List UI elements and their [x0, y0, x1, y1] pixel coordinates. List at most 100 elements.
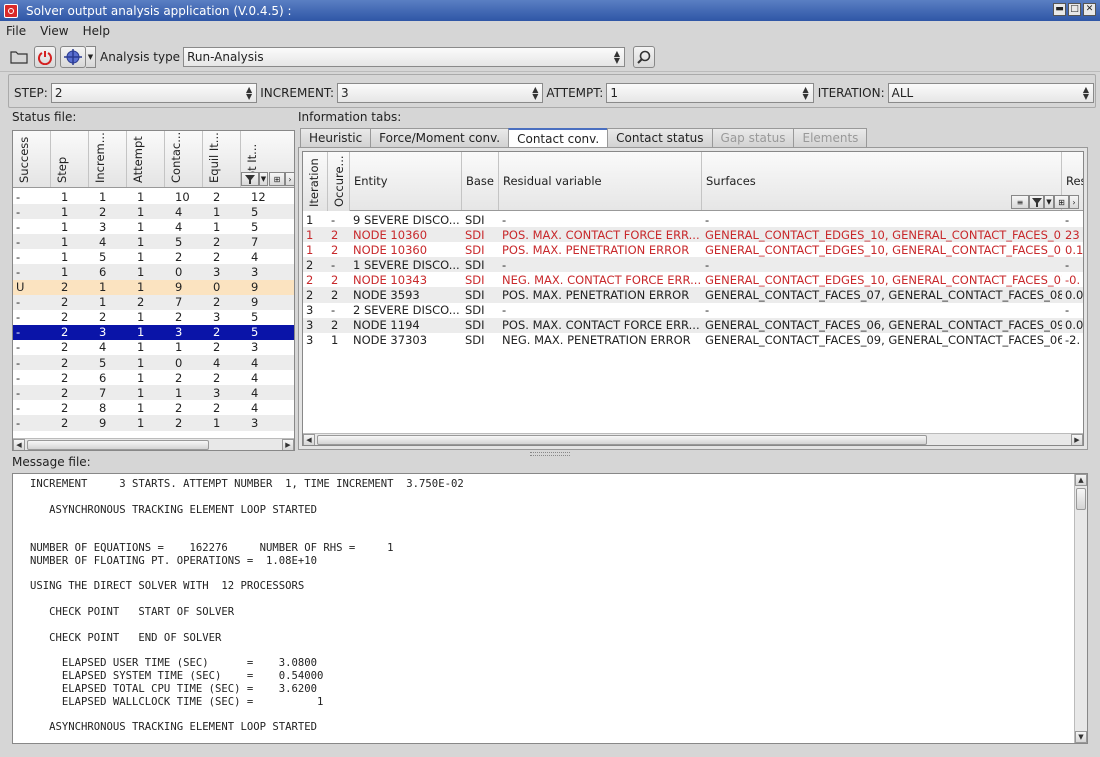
table-cell: SDI [462, 287, 499, 303]
splitter-handle[interactable] [530, 452, 570, 456]
table-row[interactable]: -271134 [13, 385, 294, 401]
status-hscrollbar[interactable]: ◀ ▶ [13, 438, 294, 450]
message-vscrollbar[interactable]: ▲ ▼ [1074, 474, 1087, 743]
scroll-right-icon[interactable]: ▶ [1071, 434, 1083, 445]
table-row[interactable]: -212729 [13, 294, 294, 310]
increment-select[interactable]: 3 ▲ ▼ [336, 83, 544, 103]
scroll-right-button[interactable]: › [285, 172, 294, 186]
table-cell: 1 [127, 264, 165, 280]
table-row[interactable]: 2-1 SEVERE DISCO... SDI - - - [303, 257, 1083, 273]
search-button[interactable] [633, 45, 656, 68]
table-row[interactable]: -251044 [13, 355, 294, 371]
scroll-thumb[interactable] [317, 435, 927, 445]
status-col-increment[interactable]: Increm... [89, 131, 127, 187]
contact-col-surfaces[interactable]: Surfaces [702, 152, 1062, 210]
attempt-select[interactable]: 1 ▲ ▼ [606, 83, 814, 103]
scroll-up-icon[interactable]: ▲ [1075, 474, 1087, 486]
scroll-left-icon[interactable]: ◀ [13, 439, 25, 450]
table-cell: 6 [89, 264, 127, 280]
status-table: Success Step Increm... Attempt Contac...… [12, 130, 295, 451]
table-row[interactable]: 3 2 NODE 1194 SDI POS. MAX. CONTACT FORCE ER… [303, 317, 1083, 333]
tab-heuristic[interactable]: Heuristic [300, 128, 372, 147]
tab-force-moment[interactable]: Force/Moment conv. [370, 128, 510, 147]
filter-button[interactable] [241, 172, 259, 186]
status-col-attempt[interactable]: Attempt [127, 131, 165, 187]
tab-contact-status[interactable]: Contact status [607, 128, 713, 147]
table-row[interactable]: - 2 8 1 2 2 4 [13, 400, 294, 415]
table-cell: - [16, 340, 21, 355]
table-cell: 1 [127, 415, 165, 431]
status-col-step[interactable]: Step [51, 131, 89, 187]
table-row[interactable]: - 2 2 1 2 3 5 [13, 310, 294, 325]
contact-col-iteration[interactable]: Iteration [303, 152, 328, 211]
table-cell: - [331, 212, 336, 227]
table-cell: - [13, 324, 51, 340]
table-row[interactable]: 1 2 NODE 10360 SDI POS. MAX. PENETRATION ERR… [303, 242, 1083, 257]
maximize-icon[interactable]: □ [1068, 3, 1081, 16]
menu-view[interactable]: View [40, 24, 68, 38]
power-button[interactable] [34, 45, 56, 68]
table-row[interactable]: - 2 6 1 2 2 4 [13, 370, 294, 385]
tab-contact-conv[interactable]: Contact conv. [508, 128, 609, 148]
table-row[interactable]: -161033 [13, 264, 294, 280]
table-row[interactable]: 1 2 NODE 10360 SDI POS. MAX. CONTACT FORCE E… [303, 227, 1083, 243]
menu-help[interactable]: Help [83, 24, 110, 38]
table-cell: 2 [61, 340, 69, 355]
table-row[interactable]: - 1 1 1 10 2 12 [13, 189, 294, 204]
table-row[interactable]: -291213 [13, 415, 294, 431]
table-row[interactable]: U211909 [13, 279, 294, 295]
table-cell: 9 [89, 415, 127, 431]
table-cell: 2 [306, 272, 314, 287]
scroll-right-button[interactable]: › [1069, 195, 1079, 209]
table-cell: 0 [203, 279, 241, 295]
analysis-type-select[interactable]: Run-Analysis ▲ ▼ [183, 46, 626, 67]
menu-file[interactable]: File [6, 24, 26, 38]
contact-hscrollbar[interactable]: ◀ ▶ [303, 433, 1083, 445]
table-cell: 2 [51, 294, 89, 310]
table-cell: 1 [137, 310, 145, 325]
open-folder-button[interactable] [8, 46, 30, 68]
table-row[interactable]: - 2 4 1 1 2 3 [13, 340, 294, 355]
table-row[interactable]: - 1 5 1 2 2 4 [13, 249, 294, 264]
table-row[interactable]: 2 2 NODE 3593 SDI POS. MAX. PENETRATION ERRO… [303, 287, 1083, 303]
contact-col-occurrence[interactable]: Occure... [328, 152, 350, 211]
status-col-contact[interactable]: Contac... [165, 131, 203, 187]
table-row[interactable]: 1 - 9 SEVERE DISCO... SDI - - - [303, 212, 1083, 227]
scroll-thumb[interactable] [27, 440, 209, 450]
table-row[interactable]: 3 1 NODE 37303 SDI NEG. MAX. PENETRATION ERR… [303, 333, 1083, 348]
close-icon[interactable]: ✕ [1083, 3, 1096, 16]
step-select[interactable]: 2 ▲ ▼ [50, 83, 258, 103]
columns-button[interactable]: ⊞ [1054, 195, 1069, 209]
network-dropdown-button[interactable]: ▼ [86, 45, 96, 68]
scroll-thumb[interactable] [1076, 488, 1086, 510]
scroll-left-icon[interactable]: ◀ [303, 434, 315, 445]
table-cell: SDI [465, 212, 485, 227]
table-row[interactable]: 3 - 2 SEVERE DISCO... SDI - - - [303, 303, 1083, 318]
filter-dropdown-button[interactable]: ▼ [1044, 195, 1054, 209]
iteration-select[interactable]: ALL ▲ ▼ [887, 83, 1095, 103]
scroll-right-icon[interactable]: ▶ [282, 439, 294, 450]
message-line [30, 491, 1087, 504]
table-row[interactable]: -141527 [13, 234, 294, 250]
status-col-equil[interactable]: Equil It... [203, 131, 241, 187]
filter-button[interactable] [1029, 195, 1044, 209]
table-cell: - [16, 219, 21, 234]
table-cell: 2 [331, 272, 339, 287]
minimize-icon[interactable]: ▬ [1053, 3, 1066, 16]
status-col-success[interactable]: Success [13, 131, 51, 187]
table-row[interactable]: - 1 3 1 4 1 5 [13, 219, 294, 234]
contact-col-residual[interactable]: Residual variable [499, 152, 702, 210]
network-button[interactable] [60, 45, 86, 68]
columns-button[interactable]: ⊞ [269, 172, 285, 186]
sort-button[interactable]: ≡ [1011, 195, 1029, 209]
table-row[interactable]: 2 2 NODE 10343 SDI NEG. MAX. CONTACT FORCE E… [303, 272, 1083, 287]
table-row[interactable]: -231325 [13, 324, 294, 340]
contact-col-entity[interactable]: Entity [350, 152, 462, 210]
table-cell: 1 [213, 219, 221, 234]
scroll-down-icon[interactable]: ▼ [1075, 731, 1087, 743]
updown-icon: ▲ ▼ [802, 85, 809, 101]
table-row[interactable]: -121415 [13, 204, 294, 220]
contact-col-base[interactable]: Base [462, 152, 499, 210]
filter-dropdown-button[interactable]: ▼ [259, 172, 268, 186]
table-cell: - [502, 303, 507, 318]
